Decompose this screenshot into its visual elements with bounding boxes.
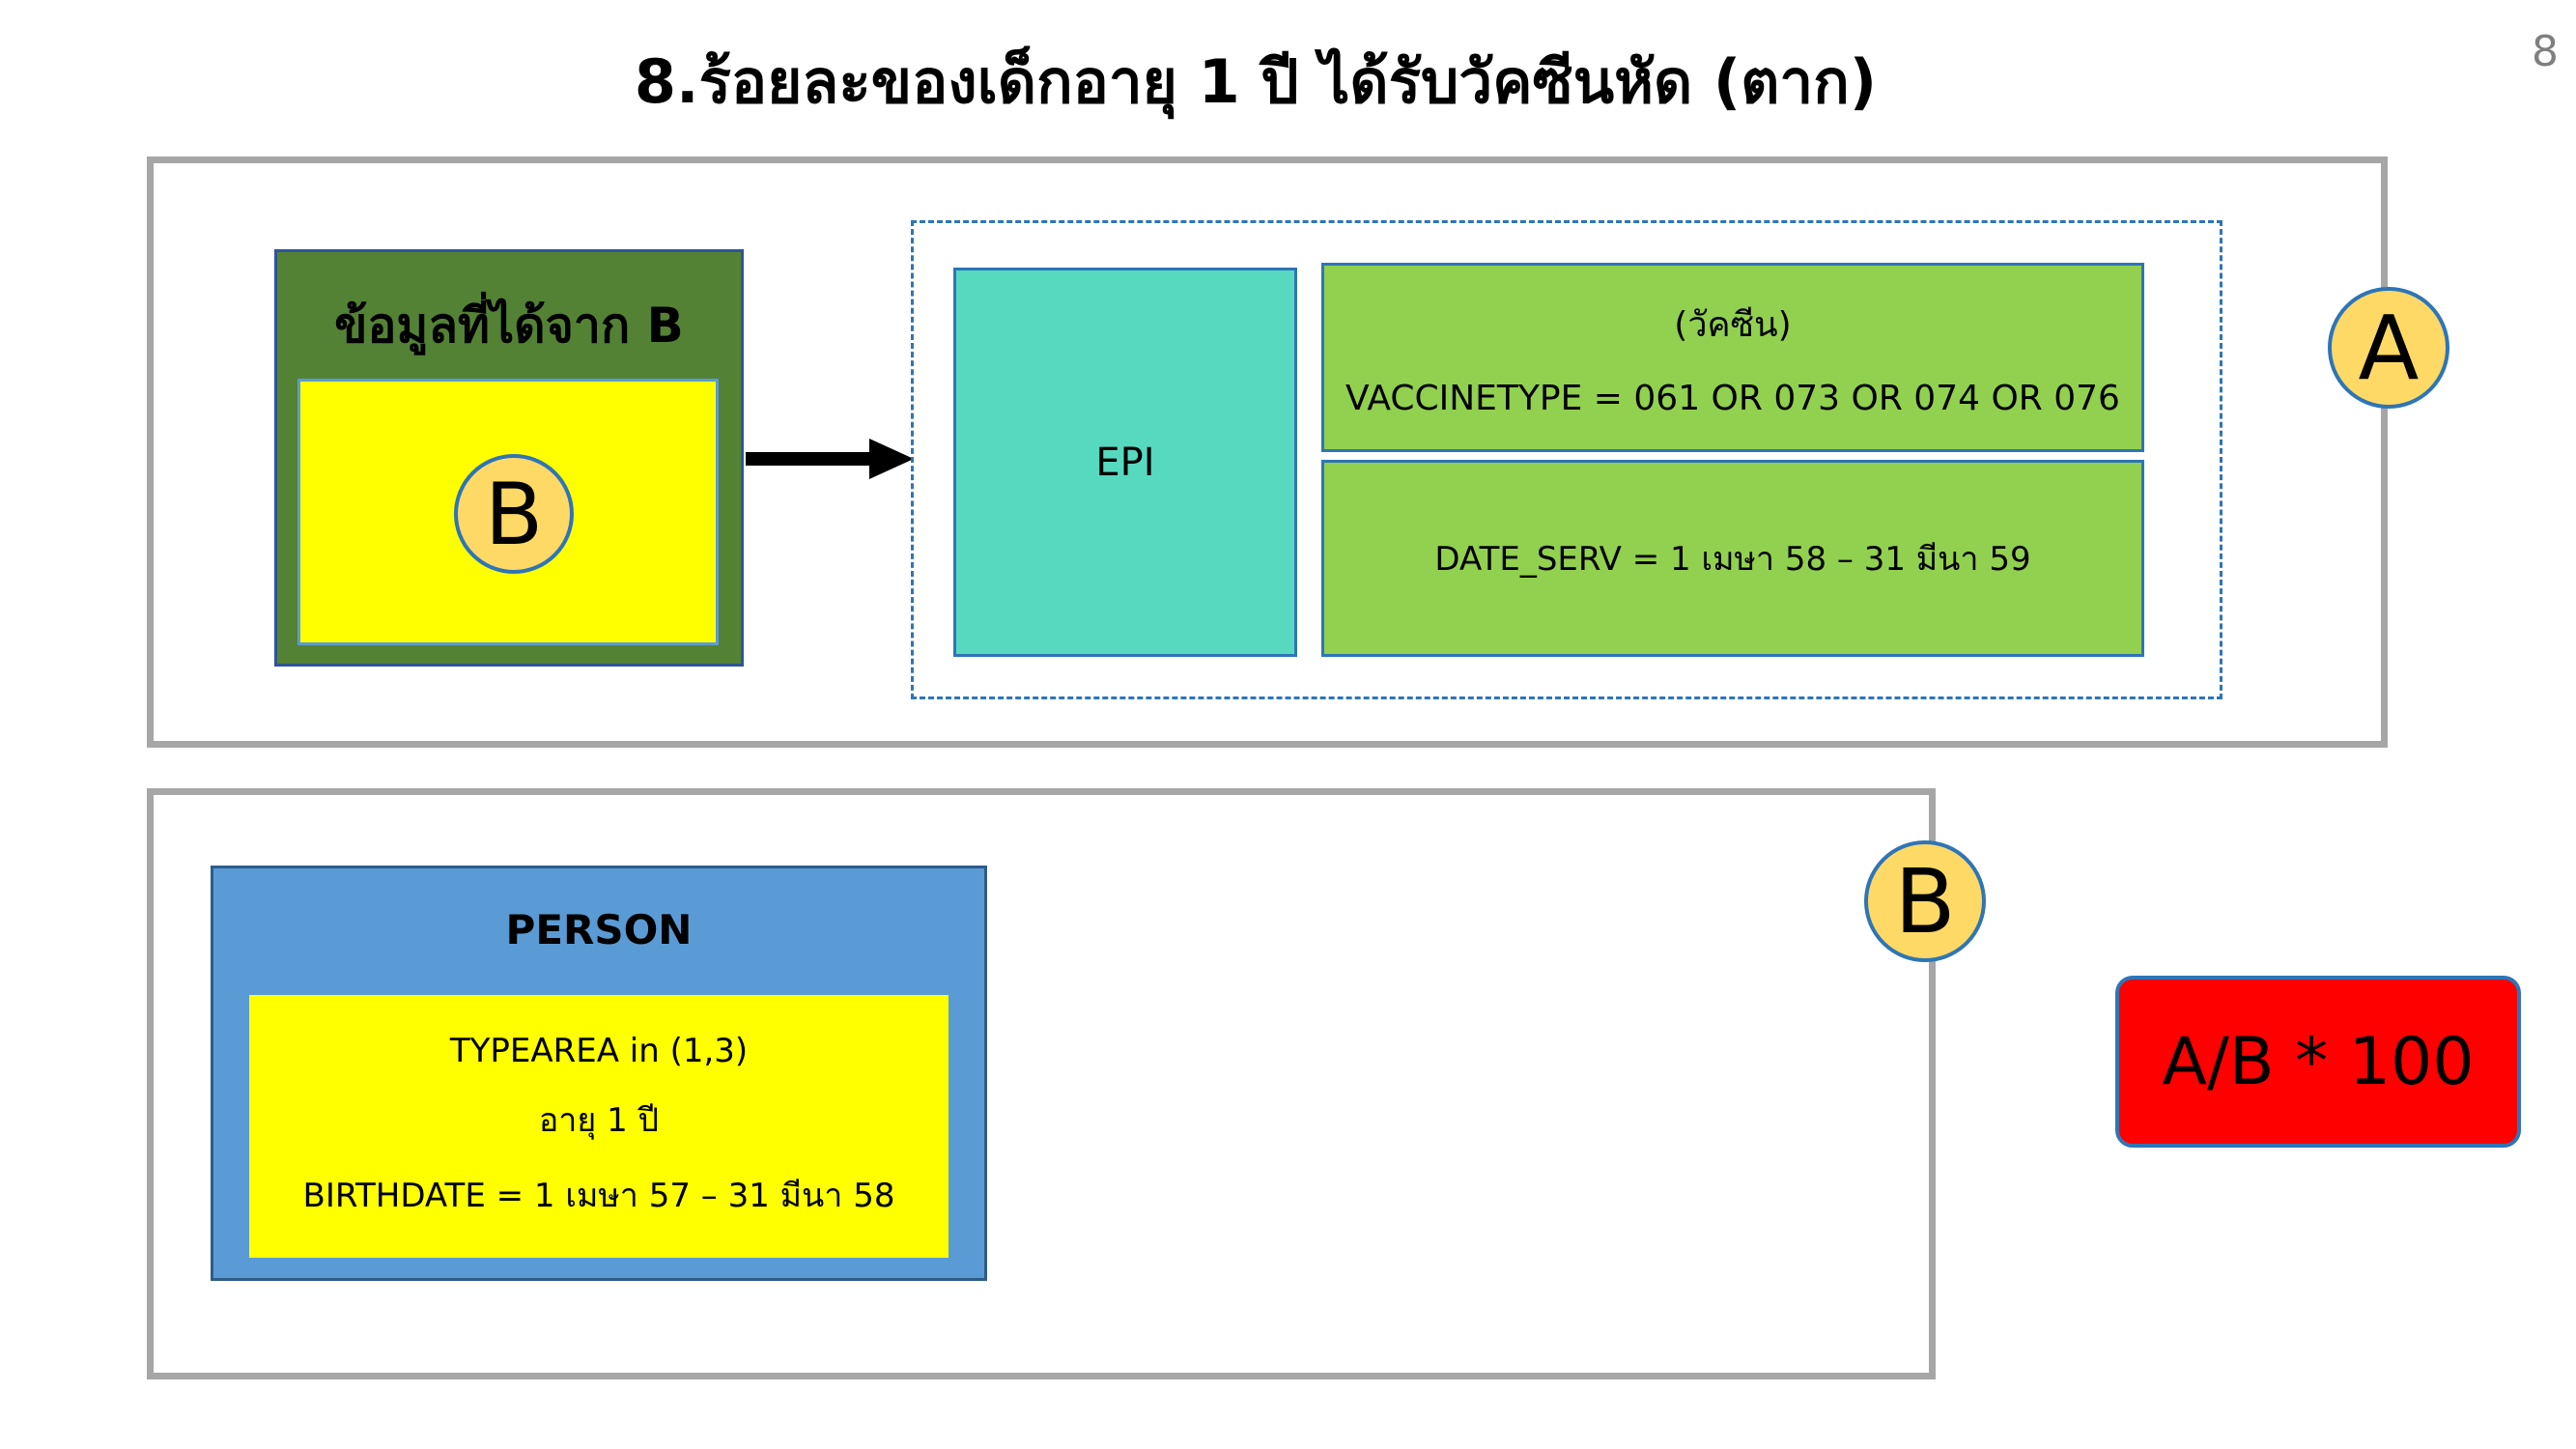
source-badge-b: B	[454, 454, 574, 574]
person-condition-typearea: TYPEAREA in (1,3)	[449, 1032, 749, 1070]
formula-box: A/B * 100	[2115, 976, 2521, 1148]
arrow-right-icon	[746, 439, 914, 479]
vaccine-condition-box: (วัคซีน) VACCINETYPE = 061 OR 073 OR 074…	[1321, 263, 2144, 452]
date-serv-condition-box: DATE_SERV = 1 เมษา 58 – 31 มีนา 59	[1321, 460, 2144, 657]
person-condition-birthdate: BIRTHDATE = 1 เมษา 57 – 31 มีนา 58	[302, 1177, 895, 1215]
person-label: PERSON	[505, 905, 693, 953]
vaccine-heading: (วัคซีน)	[1674, 305, 1792, 345]
person-conditions-box: TYPEAREA in (1,3) อายุ 1 ปี BIRTHDATE = …	[246, 992, 951, 1261]
page-title: 8.ร้อยละของเด็กอายุ 1 ปี ได้รับวัคซีนหัด…	[634, 46, 1878, 117]
vaccine-type-condition: VACCINETYPE = 061 OR 073 OR 074 OR 076	[1345, 379, 2120, 418]
epi-box: EPI	[953, 268, 1297, 657]
badge-a: A	[2328, 287, 2449, 409]
badge-b: B	[1864, 840, 1986, 962]
person-condition-age: อายุ 1 ปี	[538, 1101, 660, 1140]
page-number: 8	[2532, 27, 2559, 76]
source-box-label: ข้อมูลที่ได้จาก B	[334, 297, 684, 354]
